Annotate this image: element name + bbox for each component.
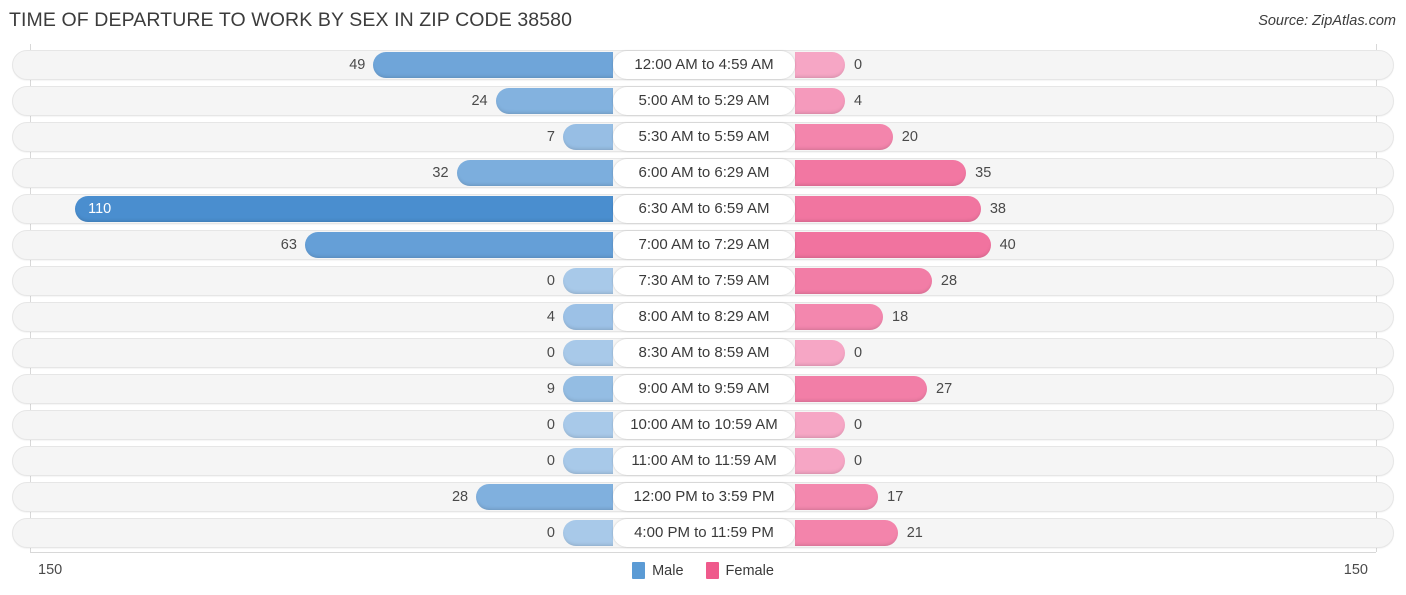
bar-male[interactable] xyxy=(456,160,613,186)
bar-value-male: 63 xyxy=(280,236,297,253)
bar-value-female: 20 xyxy=(901,128,918,145)
bar-value-female: 40 xyxy=(999,236,1016,253)
chart-row[interactable]: 0 21 4:00 PM to 11:59 PM xyxy=(12,518,1394,548)
bar-female[interactable] xyxy=(795,52,845,78)
bar-male[interactable] xyxy=(304,232,613,258)
bar-value-male: 32 xyxy=(432,164,449,181)
category-label: 11:00 AM to 11:59 AM xyxy=(613,447,795,475)
chart-legend: Male Female xyxy=(0,562,1406,579)
bar-female[interactable] xyxy=(795,268,932,294)
chart-row[interactable]: 24 4 5:00 AM to 5:29 AM xyxy=(12,86,1394,116)
bar-value-female: 27 xyxy=(936,380,953,397)
bar-value-male: 28 xyxy=(451,488,469,505)
bar-value-male: 0 xyxy=(546,272,555,289)
legend-label: Male xyxy=(652,562,684,579)
bar-male[interactable] xyxy=(563,304,613,330)
bar-value-male: 0 xyxy=(546,524,555,541)
bar-female[interactable] xyxy=(795,520,898,546)
bar-male[interactable] xyxy=(373,52,613,78)
legend-label: Female xyxy=(725,562,774,579)
chart-row[interactable]: 32 35 6:00 AM to 6:29 AM xyxy=(12,158,1394,188)
category-label: 9:00 AM to 9:59 AM xyxy=(613,375,795,403)
bar-female[interactable] xyxy=(795,232,991,258)
bar-value-male: 9 xyxy=(546,380,555,397)
bar-value-female: 21 xyxy=(906,524,923,541)
chart-row[interactable]: 0 0 11:00 AM to 11:59 AM xyxy=(12,446,1394,476)
chart-row[interactable]: 0 0 8:30 AM to 8:59 AM xyxy=(12,338,1394,368)
category-label: 4:00 PM to 11:59 PM xyxy=(613,519,795,547)
bar-value-male: 4 xyxy=(546,308,555,325)
category-label: 7:30 AM to 7:59 AM xyxy=(613,267,795,295)
bar-female[interactable] xyxy=(795,448,845,474)
bar-value-male: 0 xyxy=(546,416,555,433)
chart-row[interactable]: 7 20 5:30 AM to 5:59 AM xyxy=(12,122,1394,152)
category-label: 7:00 AM to 7:29 AM xyxy=(613,231,795,259)
category-label: 6:30 AM to 6:59 AM xyxy=(613,195,795,223)
chart-row[interactable]: 0 0 10:00 AM to 10:59 AM xyxy=(12,410,1394,440)
legend-item-female[interactable]: Female xyxy=(705,562,774,579)
source-attribution: Source: ZipAtlas.com xyxy=(1258,13,1396,29)
bar-female[interactable] xyxy=(795,376,928,402)
bar-female[interactable] xyxy=(795,412,845,438)
chart-row[interactable]: 110 38 6:30 AM to 6:59 AM xyxy=(12,194,1394,224)
footer-divider xyxy=(30,552,1376,553)
bar-male[interactable] xyxy=(476,484,613,510)
bar-value-male: 49 xyxy=(349,56,366,73)
chart-footer: 150 150 Male Female xyxy=(0,552,1406,595)
chart-row[interactable]: 49 0 12:00 AM to 4:59 AM xyxy=(12,50,1394,80)
bar-value-female: 0 xyxy=(854,452,863,469)
bar-value-female: 28 xyxy=(940,272,958,289)
category-label: 8:00 AM to 8:29 AM xyxy=(613,303,795,331)
category-label: 12:00 PM to 3:59 PM xyxy=(613,483,795,511)
bar-female[interactable] xyxy=(795,340,845,366)
chart-row[interactable]: 63 40 7:00 AM to 7:29 AM xyxy=(12,230,1394,260)
chart-row[interactable]: 9 27 9:00 AM to 9:59 AM xyxy=(12,374,1394,404)
category-label: 8:30 AM to 8:59 AM xyxy=(613,339,795,367)
bar-female[interactable] xyxy=(795,160,967,186)
bar-female[interactable] xyxy=(795,88,845,114)
category-label: 5:00 AM to 5:29 AM xyxy=(613,87,795,115)
chart-header: TIME OF DEPARTURE TO WORK BY SEX IN ZIP … xyxy=(0,0,1406,44)
bar-male[interactable] xyxy=(563,124,613,150)
category-label: 10:00 AM to 10:59 AM xyxy=(613,411,795,439)
bar-value-male: 110 xyxy=(88,200,112,217)
category-label: 5:30 AM to 5:59 AM xyxy=(613,123,795,151)
legend-swatch-icon xyxy=(705,562,719,579)
bar-value-female: 0 xyxy=(854,56,863,73)
bar-value-female: 17 xyxy=(887,488,904,505)
legend-item-male[interactable]: Male xyxy=(632,562,684,579)
page-title: TIME OF DEPARTURE TO WORK BY SEX IN ZIP … xyxy=(9,9,573,31)
chart-row[interactable]: 0 28 7:30 AM to 7:59 AM xyxy=(12,266,1394,296)
bar-value-female: 35 xyxy=(975,164,992,181)
legend-swatch-icon xyxy=(632,562,646,579)
bar-value-female: 0 xyxy=(854,344,863,361)
category-label: 12:00 AM to 4:59 AM xyxy=(613,51,795,79)
bar-male[interactable] xyxy=(563,340,613,366)
bar-value-female: 18 xyxy=(892,308,909,325)
bar-male[interactable] xyxy=(563,268,613,294)
bar-value-male: 24 xyxy=(471,92,488,109)
bar-value-male: 7 xyxy=(546,128,555,145)
bar-female[interactable] xyxy=(795,484,879,510)
bar-value-female: 38 xyxy=(989,200,1006,217)
bar-value-female: 0 xyxy=(854,416,863,433)
bar-female[interactable] xyxy=(795,304,884,330)
bar-male[interactable] xyxy=(563,376,613,402)
bar-male[interactable] xyxy=(563,412,613,438)
bar-value-female: 4 xyxy=(854,92,863,109)
bar-male[interactable] xyxy=(563,520,613,546)
chart-plot-area: 49 0 12:00 AM to 4:59 AM 24 4 5:00 AM to 5:29… xyxy=(0,44,1406,552)
chart-row[interactable]: 28 17 12:00 PM to 3:59 PM xyxy=(12,482,1394,512)
bar-value-male: 0 xyxy=(546,344,555,361)
bar-female[interactable] xyxy=(795,196,981,222)
bar-male[interactable] xyxy=(75,196,613,222)
bar-male[interactable] xyxy=(495,88,613,114)
category-label: 6:00 AM to 6:29 AM xyxy=(613,159,795,187)
bar-female[interactable] xyxy=(795,124,893,150)
bar-value-male: 0 xyxy=(546,452,555,469)
chart-row[interactable]: 4 18 8:00 AM to 8:29 AM xyxy=(12,302,1394,332)
bar-male[interactable] xyxy=(563,448,613,474)
